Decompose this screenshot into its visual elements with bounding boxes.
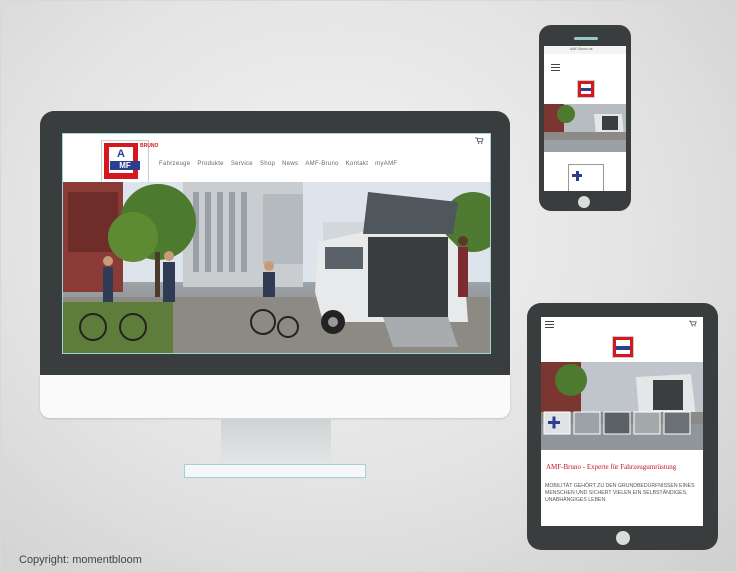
phone-screen: AMF-Bruno.de (544, 46, 626, 191)
nav-item-news[interactable]: News (282, 161, 298, 167)
phone-speaker (574, 37, 598, 40)
hamburger-icon[interactable] (545, 321, 554, 328)
logo-letter: A (117, 148, 125, 160)
tablet-home-button[interactable] (616, 531, 630, 545)
logo-mark: MF (110, 161, 140, 170)
monitor-stand-base (184, 464, 366, 478)
tablet-heading: AMF-Bruno - Experte für Fahrzeugumrüstun… (546, 463, 677, 471)
hamburger-icon[interactable] (551, 64, 560, 71)
monitor-stand-neck (221, 418, 331, 464)
tablet-hero-photo (541, 362, 703, 450)
amf-bruno-logo[interactable]: A MF BRUNO (101, 140, 159, 186)
nav-item-shop[interactable]: Shop (260, 161, 275, 167)
tablet-logo[interactable] (612, 336, 634, 358)
tablet-screen: AMF-Bruno - Experte für Fahrzeugumrüstun… (541, 317, 703, 526)
copyright-text: Copyright: momentbloom (19, 554, 142, 566)
nav-item-kontakt[interactable]: Kontakt (346, 161, 368, 167)
nav-item-amf-bruno[interactable]: AMF-Bruno (305, 161, 338, 167)
logo-red-square: A MF (104, 143, 140, 179)
phone-logo[interactable] (577, 80, 595, 98)
site-header: A MF BRUNO Fahrzeuge Produkte Service Sh… (63, 134, 490, 186)
phone-hero-photo (544, 104, 626, 140)
tablet-body-text: MOBILITÄT GEHÖRT ZU DEN GRUNDBEDÜRFNISSE… (545, 483, 695, 503)
phone-status-bar: AMF-Bruno.de (544, 46, 626, 54)
cart-icon[interactable] (475, 137, 484, 144)
phone-url: AMF-Bruno.de (570, 47, 593, 51)
nav-item-fahrzeuge[interactable]: Fahrzeuge (159, 161, 190, 167)
phone-home-button[interactable] (578, 196, 590, 208)
nav-item-service[interactable]: Service (231, 161, 253, 167)
desktop-screen: A MF BRUNO Fahrzeuge Produkte Service Sh… (62, 133, 491, 354)
phone-gray-band (544, 140, 626, 152)
main-nav: Fahrzeuge Produkte Service Shop News AMF… (159, 161, 397, 167)
logo-wordmark: BRUNO (140, 143, 159, 149)
cart-icon[interactable] (689, 320, 697, 327)
hero-photo (63, 182, 490, 353)
nav-item-myamf[interactable]: myAMF (375, 161, 397, 167)
hero-illustration (63, 182, 490, 353)
monitor-chin (40, 375, 510, 418)
nav-item-produkte[interactable]: Produkte (197, 161, 223, 167)
phone-feature-tile[interactable] (568, 164, 604, 191)
